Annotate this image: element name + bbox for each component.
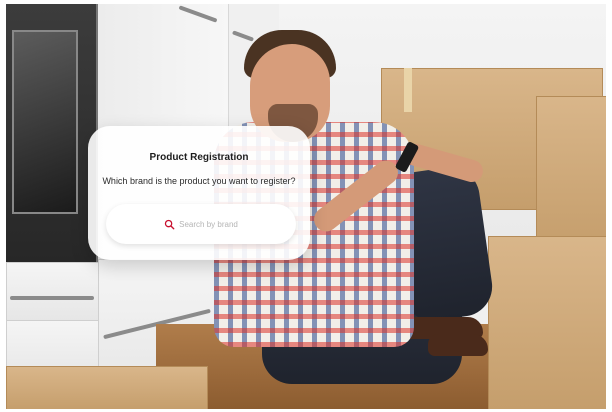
oven-window	[12, 30, 78, 214]
brand-question: Which brand is the product you want to r…	[102, 176, 296, 186]
box-tape	[404, 68, 412, 112]
cardboard-box	[488, 236, 606, 409]
product-registration-card: Product Registration Which brand is the …	[88, 126, 310, 260]
card-title: Product Registration	[149, 152, 249, 163]
oven	[6, 4, 99, 274]
cardboard-box	[6, 366, 208, 409]
brand-search-input[interactable]: Search by brand	[106, 204, 296, 244]
cardboard-box	[536, 96, 606, 248]
search-icon	[164, 219, 175, 229]
drawer-handle	[10, 296, 94, 300]
shoe	[428, 334, 488, 356]
kitchen-drawer	[6, 262, 100, 322]
hero-photo: Product Registration Which brand is the …	[6, 4, 606, 409]
search-placeholder: Search by brand	[179, 219, 238, 229]
